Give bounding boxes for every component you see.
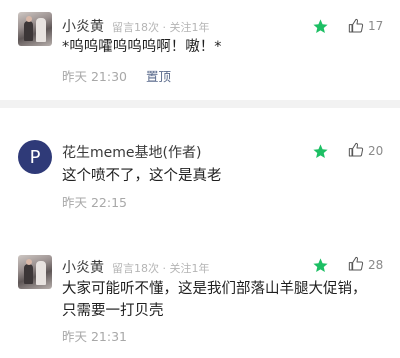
comment-text: 大家可能听不懂，这是我们部落山羊腿大促销， 只需要一打贝壳 <box>62 281 367 319</box>
comment-author[interactable]: 小炎黄 <box>62 16 104 36</box>
like-count: 20 <box>368 144 384 158</box>
comment-item: 小炎黄 留言18次 · 关注1年 17 *呜呜嚯呜呜呜啊！嗷！* 昨天 21:3… <box>0 0 400 100</box>
pin-button[interactable]: 置顶 <box>146 66 171 85</box>
thumb-up-icon[interactable] <box>348 18 364 34</box>
comment-time: 昨天 22:15 <box>62 195 127 210</box>
comment-item: P 花生meme基地(作者) 20 这个喷不了，这个是真老 昨天 22:15 <box>0 108 400 238</box>
avatar[interactable] <box>18 255 52 289</box>
comment-item: 小炎黄 留言18次 · 关注1年 28 大家可能听不懂，这是我们部落山羊腿大促销… <box>0 238 400 358</box>
avatar[interactable] <box>18 12 52 46</box>
like-count: 17 <box>368 19 384 33</box>
section-divider <box>0 100 400 108</box>
comment-author[interactable]: 花生meme基地(作者) <box>62 142 201 162</box>
comment-author-meta: 留言18次 · 关注1年 <box>112 21 210 34</box>
avatar[interactable]: P <box>18 140 52 174</box>
star-icon[interactable] <box>312 257 329 274</box>
like-count: 28 <box>368 258 384 272</box>
comment-author-meta: 留言18次 · 关注1年 <box>112 262 210 275</box>
thumb-up-icon[interactable] <box>348 142 364 158</box>
comment-author[interactable]: 小炎黄 <box>62 257 104 277</box>
star-icon[interactable] <box>312 18 329 35</box>
comment-text: 这个喷不了，这个是真老 <box>62 168 222 184</box>
star-icon[interactable] <box>312 143 329 160</box>
comment-time: 昨天 21:30 <box>62 69 127 84</box>
thumb-up-icon[interactable] <box>348 256 364 272</box>
comment-text: *呜呜嚯呜呜呜啊！嗷！* <box>62 39 222 55</box>
comment-time: 昨天 21:31 <box>62 329 127 344</box>
avatar-letter: P <box>29 146 41 168</box>
